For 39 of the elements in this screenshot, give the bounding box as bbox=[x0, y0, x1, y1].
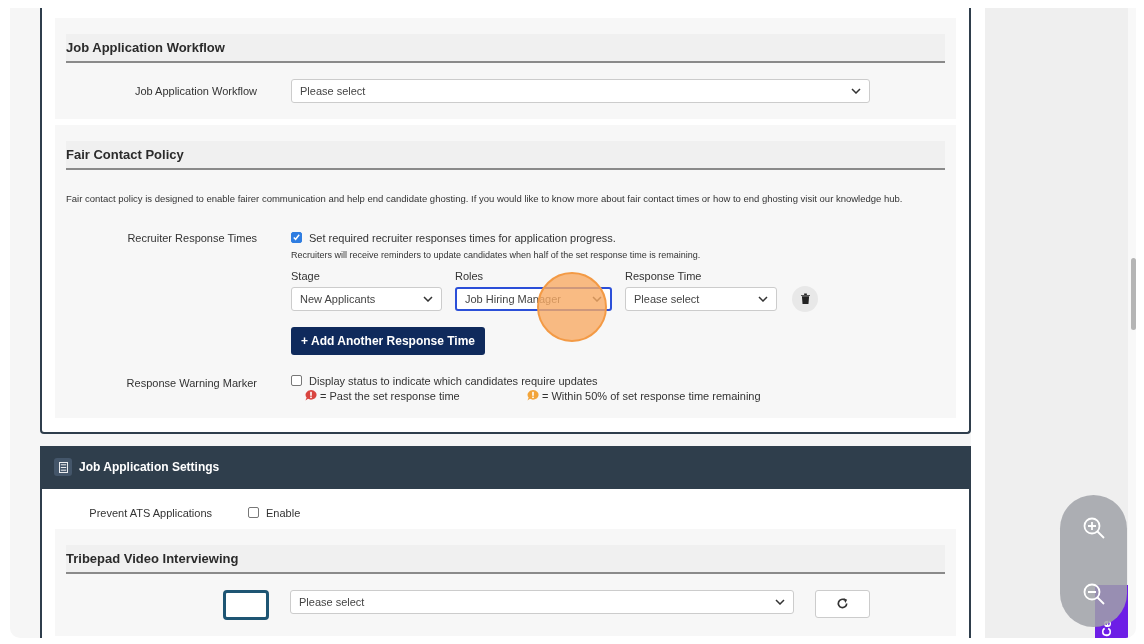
description-text: Fair contact policy is designed to enable fairer communication and help end candidate ghosting. If you would like to know more about fair contact times or how to end ghosting visit our knowledge hub. bbox=[66, 192, 904, 206]
zoom-out-icon[interactable] bbox=[1081, 582, 1106, 606]
field-label: Roles bbox=[455, 269, 485, 282]
dropdown[interactable]: New Applicants bbox=[291, 286, 442, 311]
chevron-icon bbox=[775, 598, 785, 605]
add-response-time-button[interactable]: + Add Another Response Time bbox=[291, 326, 486, 355]
legend-text: = Past the set response time bbox=[320, 389, 460, 402]
dropdown[interactable]: Please select bbox=[291, 79, 870, 103]
chevron-icon bbox=[423, 295, 433, 302]
section-header: Tribepad Video Interviewing bbox=[66, 544, 945, 574]
card-title: Job Application Settings bbox=[79, 460, 220, 475]
field-label: Stage bbox=[291, 269, 321, 282]
checkbox[interactable] bbox=[291, 375, 302, 387]
refresh-icon bbox=[836, 597, 849, 611]
field-label: Response Time bbox=[625, 269, 703, 282]
checkbox[interactable] bbox=[248, 507, 259, 519]
zoom-in-icon[interactable] bbox=[1081, 516, 1106, 540]
refresh-button[interactable] bbox=[815, 589, 870, 618]
list-icon bbox=[58, 461, 68, 473]
section-header: Fair Contact Policy bbox=[66, 141, 945, 170]
chevron-icon bbox=[851, 88, 861, 94]
field-label: Response Warning Marker bbox=[125, 375, 258, 389]
section-header: Job Application Workflow bbox=[66, 34, 945, 63]
chevron-icon bbox=[758, 295, 768, 302]
checkbox-label: Display status to indicate which candidates require updates bbox=[309, 374, 598, 387]
help-text: Recruiters will receive reminders to update candidates when half of the set response time is remaining. bbox=[291, 249, 702, 260]
checkbox-label: Enable bbox=[266, 506, 301, 519]
delete-button[interactable] bbox=[792, 285, 818, 312]
field-label: Recruiter Response Times bbox=[126, 231, 258, 244]
scrollbar-thumb[interactable] bbox=[1131, 258, 1136, 330]
checkbox-label: Set required recruiter responses times for application progress. bbox=[309, 231, 616, 244]
dropdown[interactable]: Please select bbox=[290, 589, 794, 614]
trash-icon bbox=[800, 293, 810, 305]
dropdown[interactable]: Please select bbox=[625, 286, 777, 311]
field-label: Job Application Workflow bbox=[133, 85, 258, 97]
field-label: Prevent ATS Applications bbox=[88, 506, 213, 519]
checkbox[interactable] bbox=[291, 232, 302, 244]
side-tab-label[interactable]: Ce bbox=[1098, 620, 1114, 637]
legend-text: = Within 50% of set response time remaining bbox=[542, 389, 761, 402]
